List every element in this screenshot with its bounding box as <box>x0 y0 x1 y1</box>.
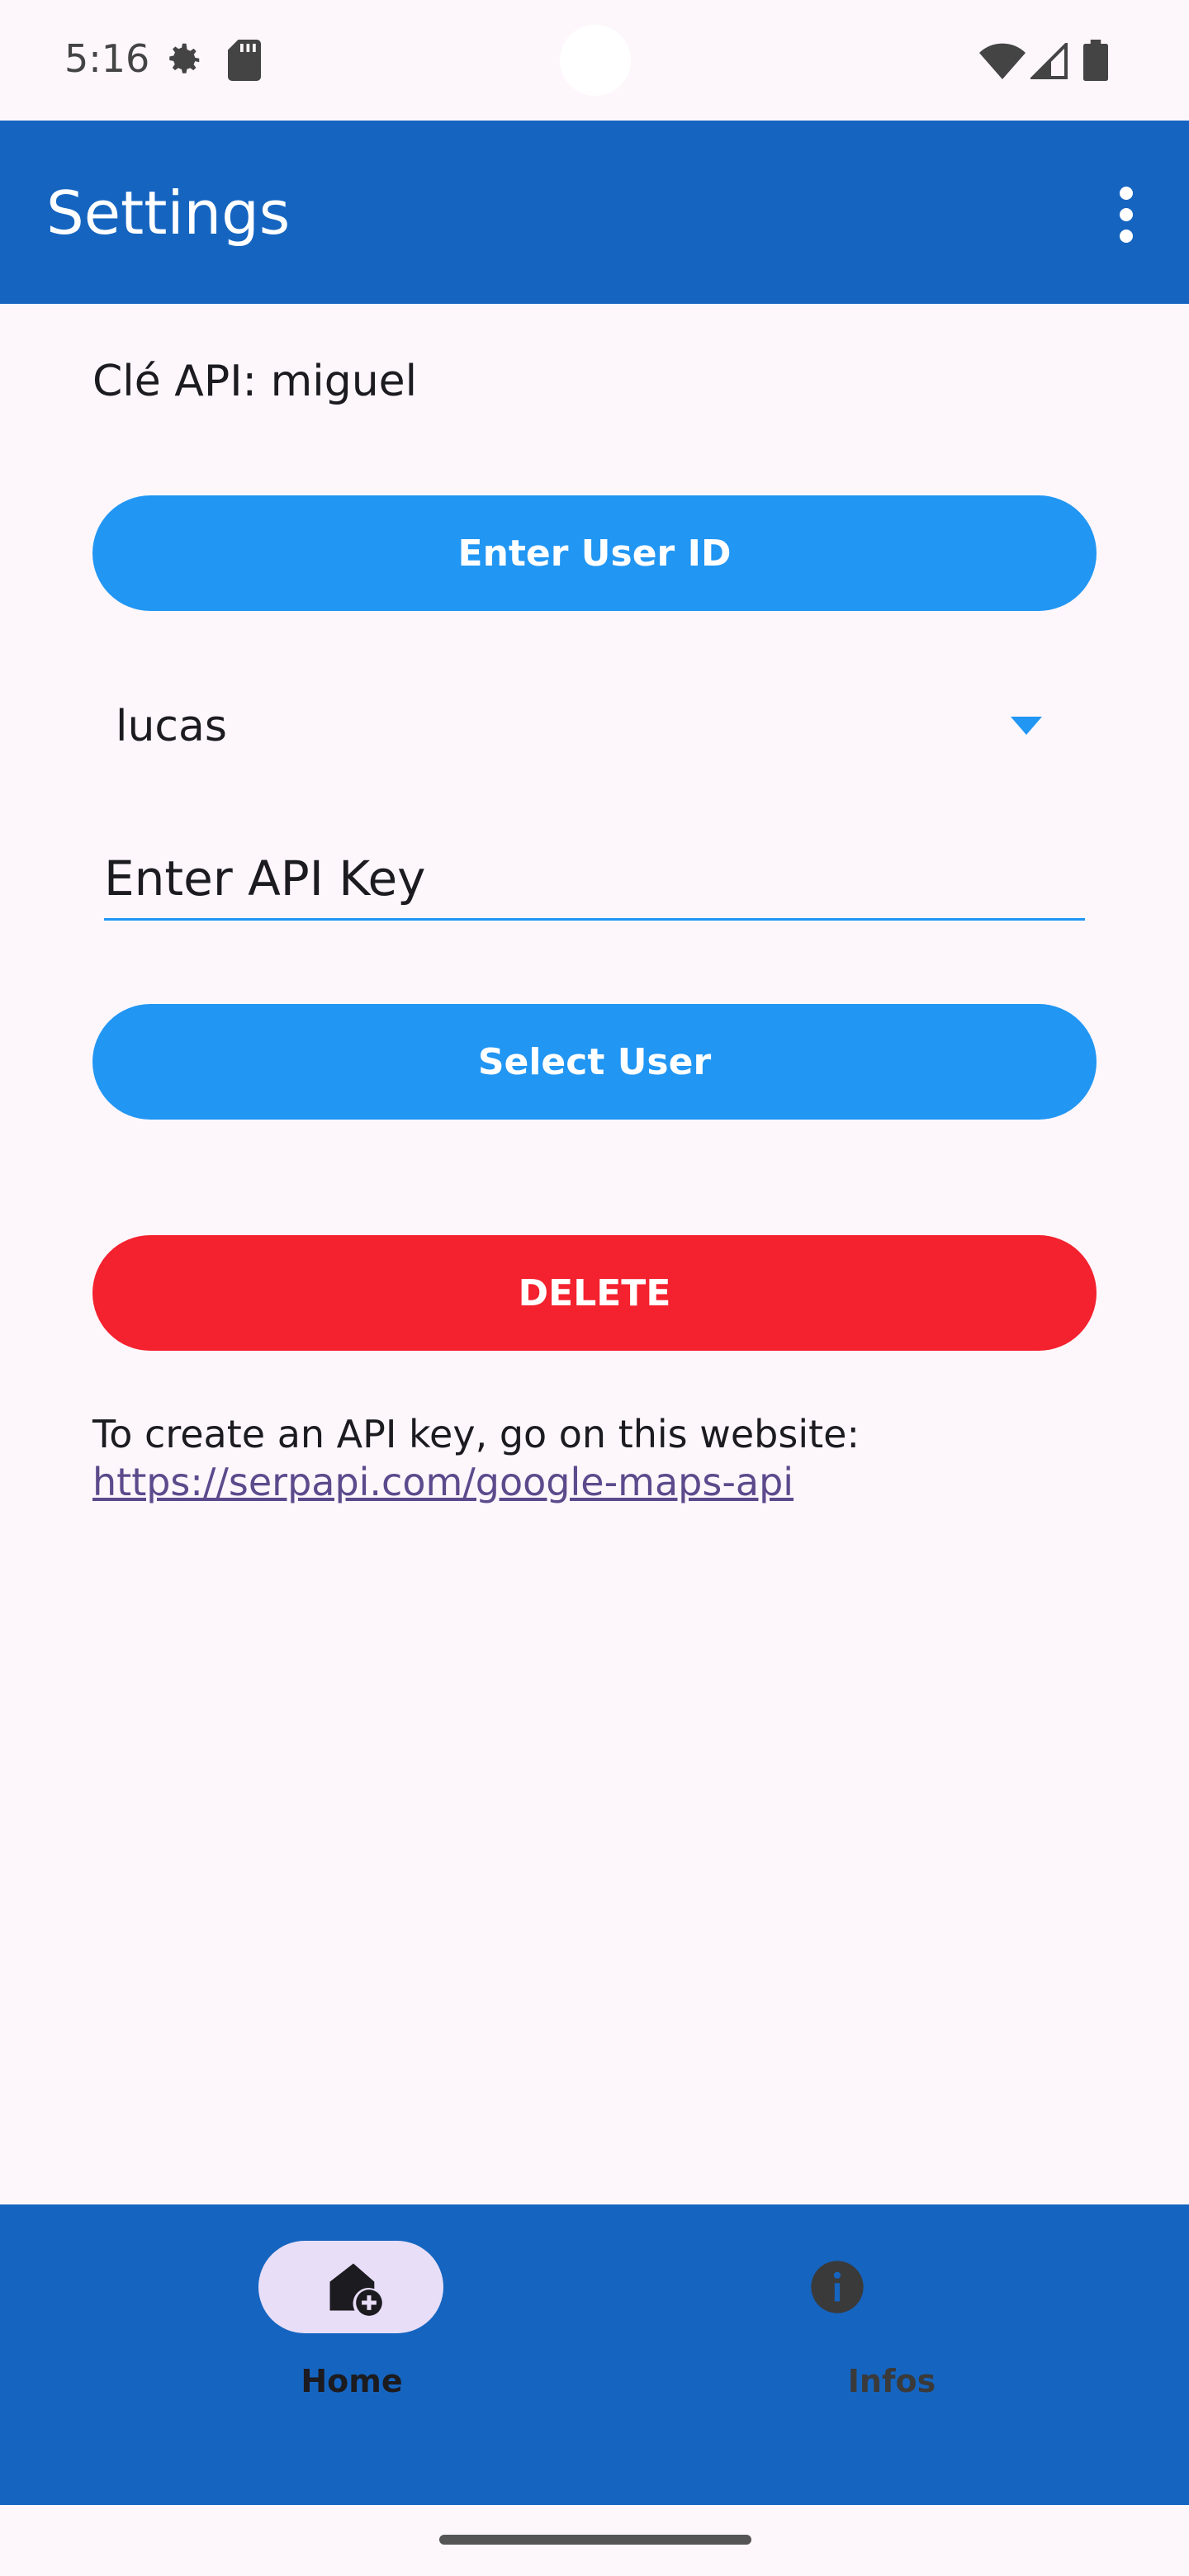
status-time: 5:16 <box>64 36 150 81</box>
dark-mode-moon-icon[interactable] <box>976 180 1029 239</box>
nav-item-infos[interactable]: Infos <box>594 2204 1189 2505</box>
camera-cutout <box>560 25 631 96</box>
more-vert-icon[interactable] <box>1111 185 1141 244</box>
info-icon <box>811 2261 864 2313</box>
delete-button[interactable]: DELETE <box>92 1235 1097 1351</box>
sd-card-icon <box>228 40 261 81</box>
home-add-icon <box>329 2263 382 2316</box>
gesture-handle[interactable] <box>439 2535 751 2545</box>
settings-gear-icon <box>169 43 200 73</box>
signal-icon <box>1030 43 1068 79</box>
user-dropdown-value: lucas <box>116 702 227 751</box>
serpapi-link[interactable]: https://serpapi.com/google-maps-api <box>92 1460 793 1504</box>
api-key-input[interactable] <box>104 839 1085 921</box>
status-bar: 5:16 <box>0 0 1189 121</box>
bottom-navigation: Home Infos <box>0 2204 1189 2505</box>
select-user-button[interactable]: Select User <box>92 1004 1097 1120</box>
wifi-icon <box>979 43 1026 79</box>
nav-label-infos: Infos <box>847 2363 936 2399</box>
api-key-info-text: To create an API key, go on this website… <box>92 1412 860 1456</box>
dropdown-arrow-icon <box>1011 717 1042 735</box>
user-dropdown[interactable]: lucas <box>92 680 1097 779</box>
battery-icon <box>1083 40 1108 81</box>
nav-item-home[interactable]: Home <box>0 2204 594 2505</box>
api-key-label: Clé API: miguel <box>92 357 418 406</box>
enter-user-id-button[interactable]: Enter User ID <box>92 495 1097 611</box>
page-title: Settings <box>46 178 291 248</box>
app-bar: Settings <box>0 121 1189 304</box>
